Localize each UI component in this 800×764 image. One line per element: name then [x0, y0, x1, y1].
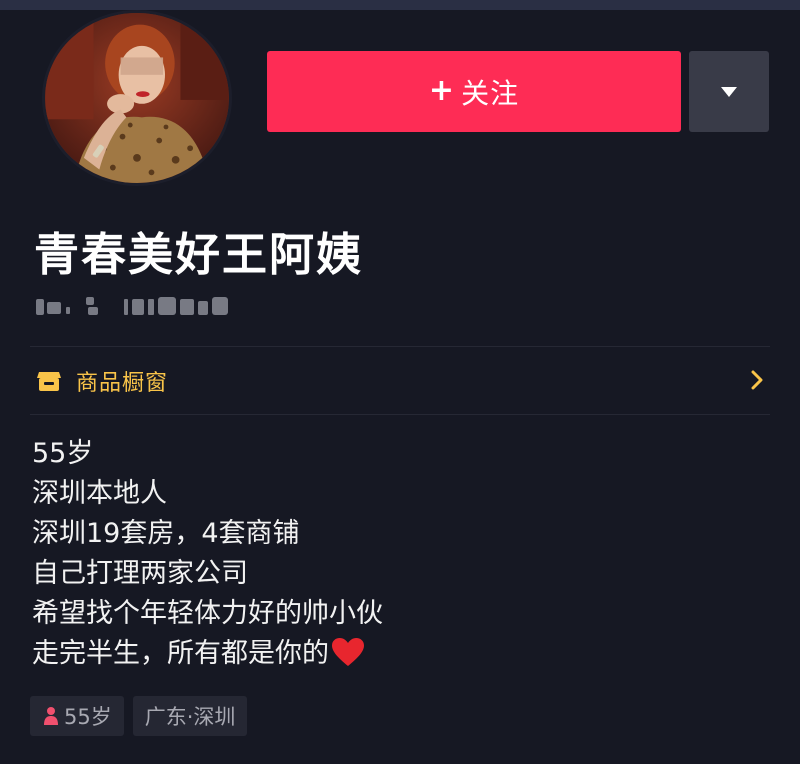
user-id-blurred	[34, 289, 254, 323]
follow-label: 关注	[461, 76, 520, 110]
product-showcase-row[interactable]: 商品橱窗	[30, 347, 770, 414]
location-tag-label: 广东·深圳	[144, 705, 236, 729]
bio-line: 深圳本地人	[32, 478, 167, 509]
product-showcase-label: 商品橱窗	[76, 370, 169, 396]
top-status-strip	[0, 0, 800, 10]
heart-icon	[331, 637, 365, 667]
location-tag: 广东·深圳	[132, 696, 248, 736]
bio-line-last: 走完半生，所有都是你的	[32, 634, 752, 674]
bio-line: 希望找个年轻体力好的帅小伙	[32, 598, 383, 629]
bio-line: 自己打理两家公司	[32, 558, 248, 589]
age-tag: 55岁	[30, 696, 124, 736]
nickname: 青春美好王阿姨	[34, 228, 364, 281]
female-gender-icon	[42, 706, 60, 726]
bio: 55岁 深圳本地人 深圳19套房，4套商铺 自己打理两家公司 希望找个年轻体力好…	[32, 434, 752, 674]
chevron-right-icon	[750, 369, 764, 391]
storefront-icon	[36, 368, 62, 394]
avatar[interactable]	[42, 10, 232, 186]
blurred-id-text	[36, 297, 228, 315]
avatar-photo	[45, 13, 229, 183]
caret-down-icon	[721, 86, 737, 97]
follow-button[interactable]: + 关注	[267, 51, 681, 132]
plus-icon: +	[428, 72, 456, 108]
divider	[30, 414, 770, 415]
profile-tags: 55岁 广东·深圳	[30, 696, 248, 736]
bio-line: 深圳19套房，4套商铺	[32, 518, 300, 549]
more-options-button[interactable]	[689, 51, 769, 132]
bio-line: 55岁	[32, 438, 94, 469]
age-tag-label: 55岁	[64, 705, 112, 729]
bio-line-text: 走完半生，所有都是你的	[32, 638, 329, 669]
